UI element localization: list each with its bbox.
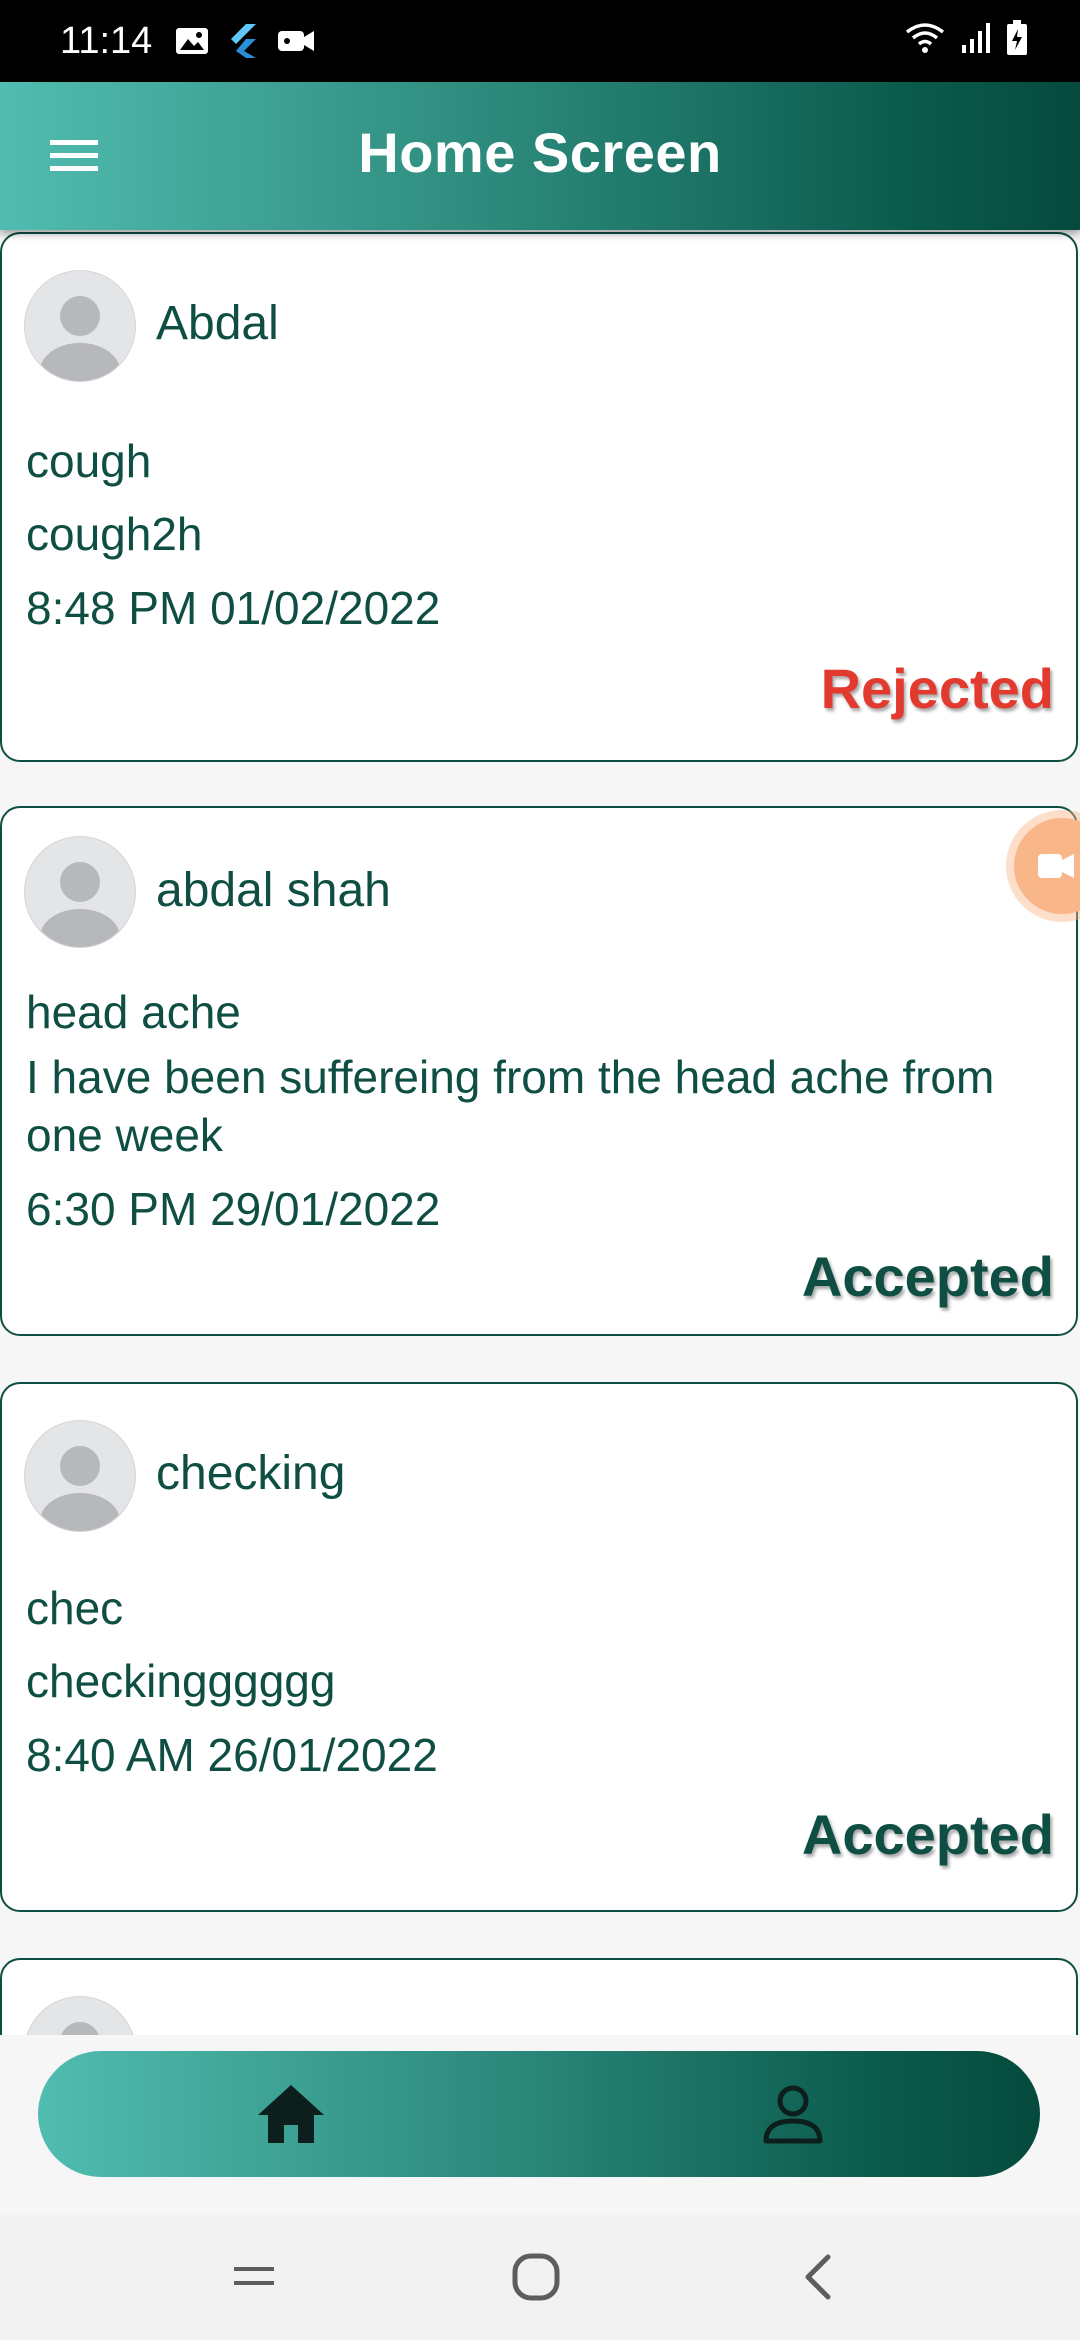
avatar [24,836,136,948]
person-icon [61,2022,99,2035]
video-camera-icon [278,31,315,51]
bottom-nav-area [0,2035,1080,2215]
request-card[interactable]: abdal shah head ache I have been suffere… [0,806,1078,1336]
status-badge: Accepted [801,1245,1054,1308]
request-datetime: 6:30 PM 29/01/2022 [26,1183,441,1235]
request-description: I have been suffereing from the head ach… [26,1051,995,1161]
signal-icon [962,23,990,53]
app-bar: Home Screen [0,82,1080,230]
status-badge: Rejected [820,657,1054,720]
patient-name: Abdal [156,297,279,350]
battery-icon [1007,20,1027,55]
request-card[interactable] [0,1958,1078,2035]
request-subject: chec [26,1582,124,1634]
request-datetime: 8:40 AM 26/01/2022 [26,1729,438,1781]
patient-name: checking [156,1447,346,1500]
home-icon[interactable] [256,2081,326,2147]
patient-name: abdal shah [156,864,391,917]
avatar [24,1996,136,2035]
system-nav-bar [0,2215,1080,2340]
recent-apps-icon[interactable] [232,2257,276,2297]
request-description: cough2h [26,508,203,560]
person-icon [40,1446,120,1531]
request-description: checkingggggg [26,1655,336,1707]
request-card[interactable]: checking chec checkingggggg 8:40 AM 26/0… [0,1382,1078,1912]
status-time: 11:14 [60,19,153,62]
request-card[interactable]: Abdal cough cough2h 8:48 PM 01/02/2022 R… [0,232,1078,762]
request-subject: head ache [26,986,241,1038]
avatar [24,270,136,382]
request-list[interactable]: Abdal cough cough2h 8:48 PM 01/02/2022 R… [0,230,1080,2035]
person-icon [40,862,120,947]
bottom-nav [38,2051,1040,2177]
person-icon [40,296,120,381]
video-camera-icon [1038,854,1074,878]
home-circle-icon[interactable] [510,2251,562,2303]
gallery-icon [176,28,209,54]
avatar [24,1420,136,1532]
profile-icon[interactable] [760,2081,826,2147]
status-badge: Accepted [801,1803,1054,1866]
flutter-icon [231,24,257,58]
wifi-icon [905,23,945,53]
status-bar: 11:14 [0,0,1080,82]
request-subject: cough [26,435,152,487]
request-datetime: 8:48 PM 01/02/2022 [26,582,441,634]
back-icon[interactable] [800,2251,836,2303]
page-title: Home Screen [358,121,722,184]
